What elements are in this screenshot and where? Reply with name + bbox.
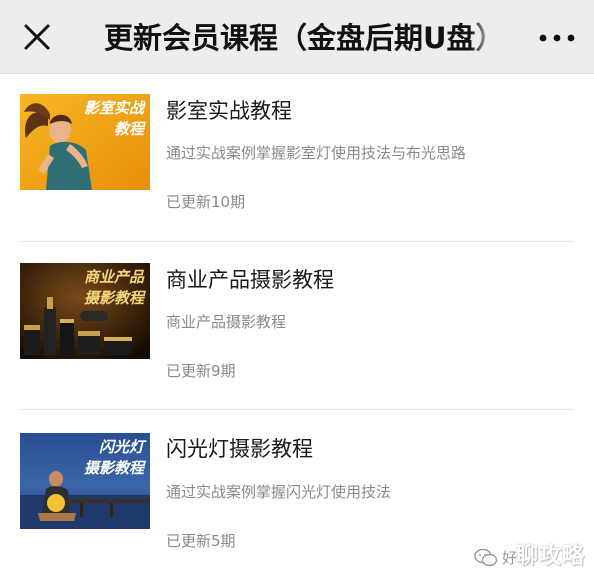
thumbnail-caption-line: 摄影教程	[83, 289, 144, 307]
course-update-status: 已更新9期	[166, 362, 236, 380]
close-button[interactable]	[22, 22, 52, 52]
page-title-text: 更新会员课程（金盘后期U盘）	[104, 21, 496, 55]
title-fade	[470, 18, 496, 58]
thumbnail-caption-line: 摄影教程	[83, 459, 144, 477]
watermark-small-text: 好	[502, 549, 518, 567]
thumbnail-caption: 影室实战 教程	[84, 98, 144, 140]
thumbnail-caption-line: 影室实战	[83, 99, 144, 117]
course-title: 商业产品摄影教程	[166, 268, 334, 292]
thumbnail-caption-line: 教程	[113, 120, 144, 138]
course-update-status: 已更新5期	[166, 532, 236, 550]
watermark: 好 聊攻略	[474, 540, 590, 574]
close-icon	[24, 24, 50, 50]
course-thumbnail: 影室实战 教程	[20, 94, 150, 190]
thumbnail-caption-line: 商业产品	[83, 268, 144, 286]
course-thumbnail: 商业产品 摄影教程	[20, 263, 150, 359]
more-button[interactable]	[538, 26, 576, 50]
course-description: 商业产品摄影教程	[166, 313, 287, 331]
course-update-status: 已更新10期	[166, 193, 246, 211]
course-item[interactable]: 商业产品 摄影教程 商业产品摄影教程 商业产品摄影教程 已更新9期	[20, 242, 574, 410]
thumbnail-caption: 闪光灯 摄影教程	[84, 437, 144, 479]
page-title: 更新会员课程（金盘后期U盘）	[104, 18, 496, 58]
course-title: 闪光灯摄影教程	[166, 437, 313, 461]
thumbnail-caption-line: 闪光灯	[98, 438, 144, 456]
course-item[interactable]: 闪光灯 摄影教程 闪光灯摄影教程 通过实战案例掌握闪光灯使用技法 已更新5期	[20, 410, 574, 550]
more-dots-icon	[539, 34, 575, 42]
watermark-big-text: 聊攻略	[516, 544, 586, 569]
course-description: 通过实战案例掌握影室灯使用技法与布光思路	[166, 144, 467, 162]
course-title: 影室实战教程	[166, 99, 292, 123]
thumbnail-caption: 商业产品 摄影教程	[84, 267, 144, 309]
course-description: 通过实战案例掌握闪光灯使用技法	[166, 483, 392, 501]
course-thumbnail: 闪光灯 摄影教程	[20, 433, 150, 529]
course-item[interactable]: 影室实战 教程 影室实战教程 通过实战案例掌握影室灯使用技法与布光思路 已更新1…	[20, 74, 574, 242]
wechat-icon	[474, 548, 498, 567]
top-bar: 更新会员课程（金盘后期U盘）	[0, 0, 594, 74]
